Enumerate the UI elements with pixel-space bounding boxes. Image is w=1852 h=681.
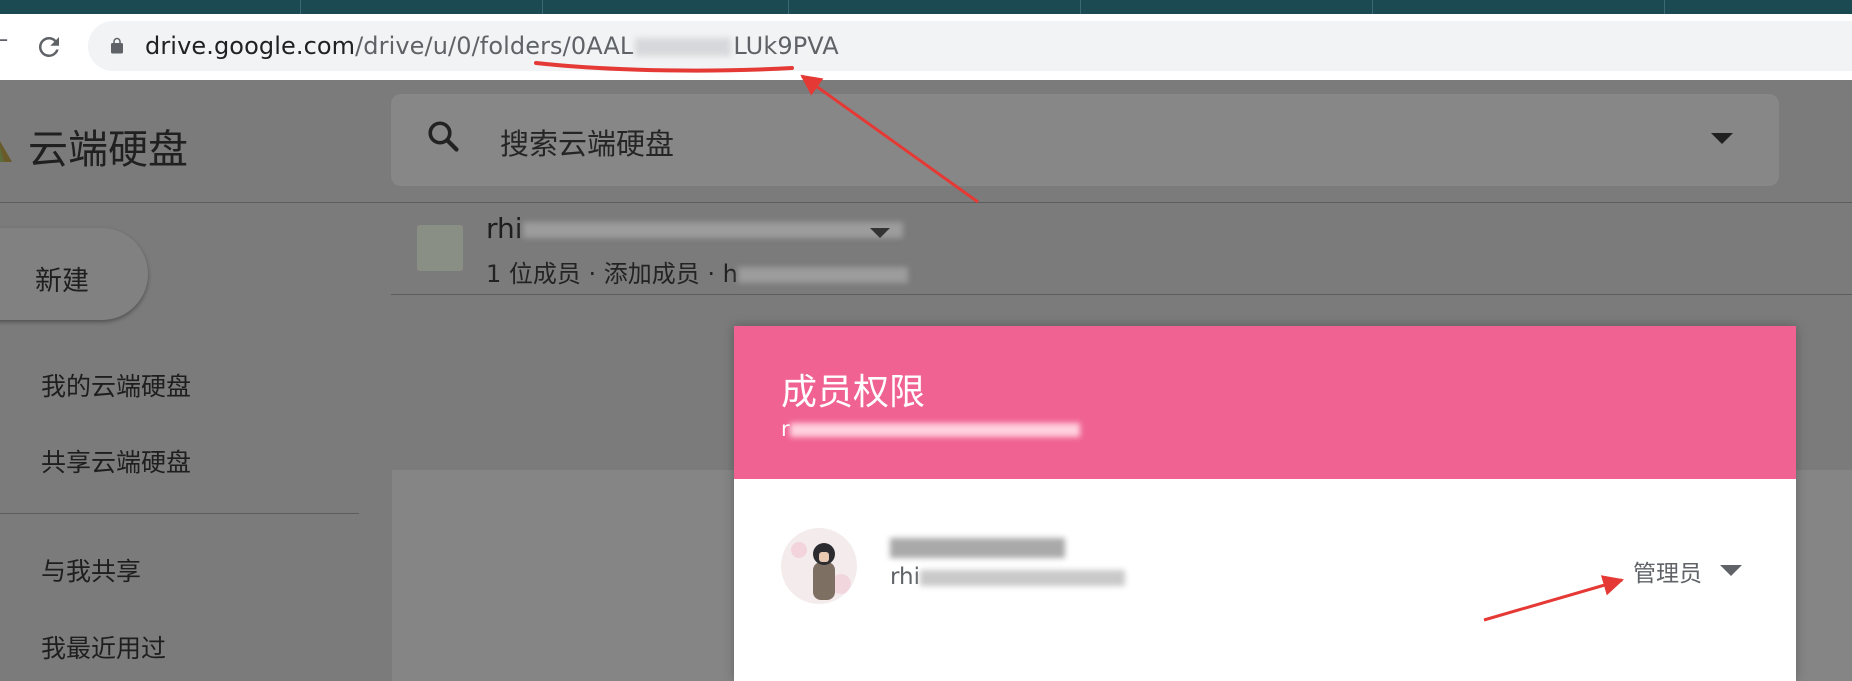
url-text[interactable]: drive.google.com/drive/u/0/folders/0AAL L… [145,32,839,60]
tab-separator [1664,0,1665,14]
url-host: drive.google.com [145,32,356,60]
avatar [781,528,857,604]
shared-drive-meta: 1 位成员 · 添加成员 · h [486,254,908,289]
url-path-end: LUk9PVA [733,32,839,60]
search-input[interactable]: 搜索云端硬盘 [500,121,674,163]
drive-header-divider [391,294,1852,295]
dialog-subtitle-text: r [781,417,790,441]
tab-separator [788,0,789,14]
dialog-title: 成员权限 [781,372,926,413]
dialog-header: 成员权限 r [734,326,1796,479]
redacted-segment [890,538,1065,558]
brand-title: 云端硬盘 [28,127,188,173]
shared-drive-name-text: rhi [486,212,523,245]
member-permissions-dialog: 成员权限 r rhi 管理员 [734,326,1796,681]
nav-my-drive[interactable]: 我的云端硬盘 [41,367,191,403]
lock-icon[interactable] [108,36,126,56]
drive-logo-icon [0,141,12,162]
search-options-chevron-icon[interactable] [1711,133,1733,144]
tab-separator [300,0,301,14]
member-name [890,532,1065,561]
shared-drive-name[interactable]: rhi [486,212,903,245]
tab-strip [0,0,1852,14]
nav-recent[interactable]: 我最近用过 [41,629,166,665]
new-button-label: 新建 [35,266,89,297]
tab-separator [1080,0,1081,14]
redacted-segment [737,267,908,283]
member-email: rhi [890,564,1126,590]
shared-drive-thumbnail [417,225,463,271]
redacted-segment [522,222,903,238]
reload-icon[interactable] [34,32,64,62]
tab-separator [1372,0,1373,14]
tab-separator [542,0,543,14]
shared-drive-meta-text: 1 位成员 · 添加成员 · h [486,260,738,288]
back-arrow-icon[interactable]: ← [0,30,12,52]
shared-drive-menu-chevron-icon[interactable] [870,228,890,238]
redacted-segment [789,423,1080,437]
role-dropdown-chevron-icon[interactable] [1720,565,1742,576]
redacted-segment [920,569,1126,586]
dialog-subtitle: r [781,417,1080,441]
member-email-text: rhi [890,564,921,590]
url-path-start: /drive/u/0/folders/0AAL [355,32,634,60]
role-dropdown[interactable]: 管理员 [1633,554,1702,588]
nav-divider [0,513,359,514]
nav-shared-drives[interactable]: 共享云端硬盘 [41,443,191,479]
redacted-segment [635,38,732,56]
nav-shared-with-me[interactable]: 与我共享 [41,552,141,588]
search-icon[interactable] [425,118,461,154]
header-divider [0,202,1852,203]
